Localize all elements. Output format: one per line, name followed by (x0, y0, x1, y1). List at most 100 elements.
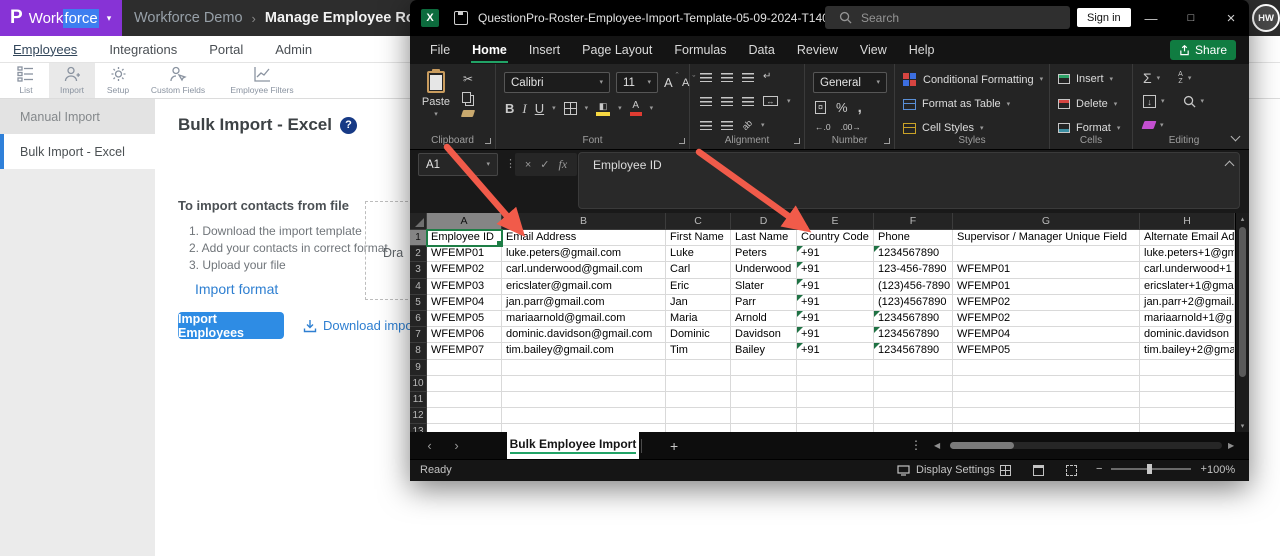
row-header-7[interactable]: 7 (410, 327, 427, 344)
cell-G13[interactable] (953, 424, 1140, 432)
cell-B6[interactable]: mariaarnold@gmail.com (502, 310, 666, 328)
comma-style-icon[interactable]: , (858, 100, 862, 115)
italic-button[interactable]: I (522, 102, 526, 115)
cell-G9[interactable] (953, 359, 1140, 376)
cell-C11[interactable] (666, 391, 731, 409)
cell-D13[interactable] (731, 424, 797, 432)
cell-F7[interactable]: 1234567890 (874, 327, 953, 344)
select-all-corner[interactable] (410, 213, 427, 230)
orientation-icon[interactable]: ab (740, 118, 754, 132)
format-as-table-button[interactable]: Format as Table ▾ (903, 98, 1010, 110)
next-sheet-icon[interactable]: › (443, 438, 470, 453)
cell-D5[interactable]: Parr (731, 294, 797, 311)
ribbon-tab-insert[interactable]: Insert (518, 36, 571, 64)
wrap-text-icon[interactable]: ↵ (763, 72, 771, 82)
cell-F8[interactable]: 1234567890 (874, 343, 953, 360)
cell-C1[interactable]: First Name (666, 230, 731, 247)
scroll-up-icon[interactable]: ▴ (1236, 215, 1249, 223)
increase-decimal-icon[interactable]: ←.0 (815, 122, 831, 132)
fill-handle[interactable] (496, 240, 501, 246)
toolbar-item-employee-filters[interactable]: Employee Filters (215, 63, 309, 98)
excel-titlebar[interactable]: QuestionPro-Roster-Employee-Import-Templ… (410, 0, 1249, 36)
cell-B13[interactable] (502, 424, 666, 432)
orientation-dropdown-icon[interactable]: ▾ (761, 122, 765, 129)
help-icon[interactable]: ? (339, 116, 357, 134)
zoom-in-icon[interactable]: + (1200, 463, 1206, 475)
column-header-H[interactable]: H (1140, 213, 1235, 230)
paste-button[interactable]: Paste ▾ (416, 69, 456, 118)
cell-A3[interactable]: WFEMP02 (427, 262, 502, 279)
increase-indent-icon[interactable] (721, 120, 733, 130)
cell-F1[interactable]: Phone (874, 230, 953, 247)
scroll-down-icon[interactable]: ▾ (1236, 422, 1249, 430)
cell-C7[interactable]: Dominic (666, 327, 731, 344)
cell-H7[interactable]: dominic.davidson (1140, 327, 1235, 344)
toolbar-item-import[interactable]: Import (49, 63, 95, 98)
cell-H2[interactable]: luke.peters+1@gm (1140, 246, 1235, 263)
page-layout-view-icon[interactable] (1033, 465, 1044, 476)
zoom-level[interactable]: 100% (1207, 464, 1235, 476)
cell-D8[interactable]: Bailey (731, 343, 797, 360)
cell-H4[interactable]: ericslater+1@gma (1140, 278, 1235, 295)
download-import-link[interactable]: Download impor (303, 318, 417, 333)
font-size-combo[interactable]: 11 ▾ (616, 72, 658, 93)
hscroll-left-icon[interactable]: ◀ (934, 441, 940, 450)
cell-D7[interactable]: Davidson (731, 327, 797, 344)
row-header-11[interactable]: 11 (410, 391, 427, 409)
cell-E13[interactable] (797, 424, 874, 432)
font-color-dropdown-icon[interactable]: ▾ (650, 105, 654, 112)
zoom-slider-thumb[interactable] (1147, 464, 1153, 474)
cell-G1[interactable]: Supervisor / Manager Unique Field (953, 230, 1140, 247)
format-cells-button[interactable]: Format ▾ (1058, 122, 1120, 134)
vertical-scrollbar[interactable]: ▴ ▾ (1235, 213, 1249, 432)
normal-view-icon[interactable] (1000, 465, 1011, 476)
row-header-4[interactable]: 4 (410, 278, 427, 295)
cell-H12[interactable] (1140, 408, 1235, 425)
cell-E10[interactable] (797, 375, 874, 392)
sidebar-item-manual-import[interactable]: Manual Import (0, 99, 155, 134)
delete-cells-button[interactable]: Delete ▾ (1058, 98, 1117, 110)
cell-A13[interactable] (427, 424, 502, 432)
cell-B10[interactable] (502, 375, 666, 392)
cell-D1[interactable]: Last Name (731, 230, 797, 247)
cell-G2[interactable] (953, 246, 1140, 263)
cell-D3[interactable]: Underwood (731, 262, 797, 279)
accounting-format-icon[interactable]: ¤ (815, 101, 827, 114)
cell-H6[interactable]: mariaarnold+1@g (1140, 310, 1235, 328)
cell-E3[interactable]: +91 (797, 262, 874, 279)
prev-sheet-icon[interactable]: ‹ (416, 438, 443, 453)
column-header-A[interactable]: A (427, 213, 502, 230)
breadcrumb-parent[interactable]: Workforce Demo (134, 10, 243, 26)
cell-F5[interactable]: (123)4567890 (874, 294, 953, 311)
bold-button[interactable]: B (505, 102, 514, 115)
cell-A4[interactable]: WFEMP03 (427, 278, 502, 295)
ribbon-tab-data[interactable]: Data (737, 36, 785, 64)
page-break-view-icon[interactable] (1066, 465, 1077, 476)
row-header-13[interactable]: 13 (410, 424, 427, 432)
cell-F11[interactable] (874, 391, 953, 409)
cell-C2[interactable]: Luke (666, 246, 731, 263)
font-dialog-launcher-icon[interactable] (679, 138, 685, 144)
autosum-icon[interactable]: Σ (1143, 71, 1152, 85)
cell-G5[interactable]: WFEMP02 (953, 294, 1140, 311)
insert-function-icon[interactable]: fx (558, 157, 567, 172)
workforce-app-switcher[interactable]: P Workforce ▾ (0, 0, 122, 36)
cell-D6[interactable]: Arnold (731, 310, 797, 328)
cell-E4[interactable]: +91 (797, 278, 874, 295)
horizontal-scrollbar[interactable] (950, 442, 1222, 449)
cell-H10[interactable] (1140, 375, 1235, 392)
borders-icon[interactable] (563, 102, 577, 115)
minimize-button[interactable]: — (1136, 0, 1166, 36)
row-header-6[interactable]: 6 (410, 310, 427, 328)
increase-font-icon[interactable]: A (664, 71, 678, 90)
cell-D9[interactable] (731, 359, 797, 376)
name-box-dropdown-icon[interactable]: ▾ (486, 161, 490, 168)
row-header-2[interactable]: 2 (410, 246, 427, 263)
new-sheet-button[interactable]: + (670, 438, 678, 454)
import-format-link[interactable]: Import format (195, 281, 278, 297)
tab-employees[interactable]: Employees (13, 42, 77, 57)
cell-F2[interactable]: 1234567890 (874, 246, 953, 263)
formula-input[interactable]: Employee ID (578, 152, 1240, 209)
hscroll-right-icon[interactable]: ▶ (1228, 441, 1234, 450)
number-format-combo[interactable]: General ▾ (813, 72, 887, 93)
